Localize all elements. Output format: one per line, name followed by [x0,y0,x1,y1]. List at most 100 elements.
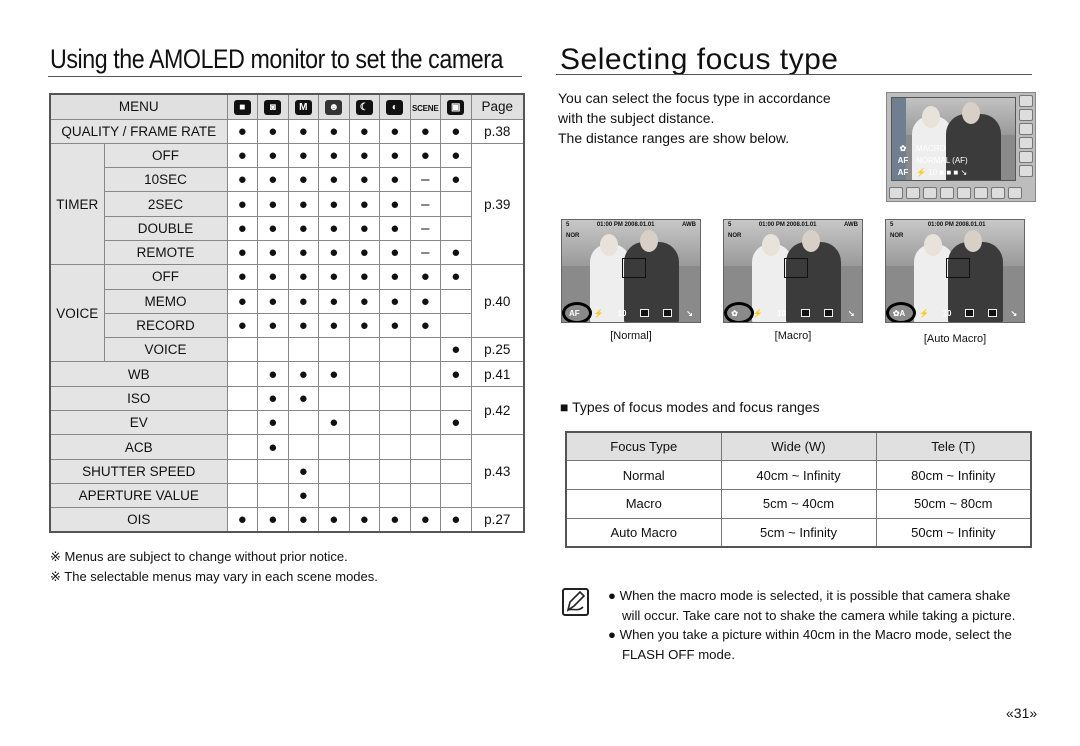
mode-availability-cell: ● [348,142,380,169]
mode-availability-cell: ● [409,507,441,533]
table-row: ACB ● p.43 [49,434,525,509]
table-row: REMOTE ● ● ● ● ● ● – ● [50,239,524,266]
quality-indicator: NOR [566,233,580,239]
mode-availability-cell: ● [226,312,258,339]
mode-header: ◙ [257,93,289,120]
intro-line: You can select the focus type in accorda… [558,90,831,106]
mode-availability-cell: ● [318,507,350,533]
mode-availability-cell: ● [257,239,289,266]
mode-header: ☻ [318,93,350,120]
cell: 5cm ~ Infinity [720,517,877,548]
focus-menu-option[interactable]: AF NORMAL (AF) [898,155,968,167]
mode-availability-cell: ● [318,118,350,144]
table-row: DOUBLE ● ● ● ● ● ● – [50,215,524,241]
table-row: Normal 40cm ~ Infinity 80cm ~ Infinity [565,460,1032,490]
table-header-row: Focus Type Wide (W) Tele (T) [565,431,1032,462]
mode-availability-cell [348,385,380,412]
mode-header: M [287,93,319,120]
cell: 40cm ~ Infinity [720,460,877,490]
bottom-buttons [889,187,1022,199]
mode-availability-cell: – [409,215,441,241]
mode-availability-cell: ● [318,191,350,217]
tip-item: ● When you take a picture within 40cm in… [608,627,1012,662]
mode-availability-cell [226,482,258,509]
cell: 50cm ~ 80cm [875,488,1032,519]
mode-availability-cell: ● [318,312,350,339]
mode-availability-cell: ● [409,264,441,290]
option-label: NORMAL (AF) [916,156,968,165]
section-heading: ■ Types of focus modes and focus ranges [560,399,820,415]
tips-list: ● When the macro mode is selected, it is… [608,586,1028,664]
option-label: MACRO [916,144,946,153]
mode-availability-cell: ● [318,239,350,266]
mode-availability-cell: ● [379,312,411,339]
table-row: TIMER OFF ● ● ● ● ● ● ● ● p.39 [49,142,525,266]
mode-availability-cell: ● [226,191,258,217]
mode-availability-cell [440,288,472,314]
mode-availability-cell [257,458,289,484]
focus-menu-option[interactable]: ✿ MACRO [900,143,968,155]
timer-icon: 10 [777,308,787,318]
mode-availability-cell: ● [318,264,350,290]
mode-availability-cell: ● [287,167,319,193]
focus-range-table: Focus Type Wide (W) Tele (T) Normal 40cm… [565,431,1032,548]
status-bar: 5 01:00 PM 2008.01.01 AWB [566,222,696,228]
mode-availability-cell [409,361,441,387]
mode-availability-cell: – [409,239,441,266]
mode-availability-cell [379,337,411,363]
mode-availability-cell: – [409,167,441,193]
menu-subitem-label: 10SEC [103,167,228,193]
mode-availability-cell: ● [257,434,289,460]
mode-header: ▣ [440,93,472,120]
camera-screen-example: 5 01:00 PM 2008.01.01 AWB NOR ✿ ⚡ 10 ↘ [723,219,863,323]
mode-availability-cell: ● [287,312,319,339]
table-row: 10SEC ● ● ● ● ● ● – ● [50,167,524,193]
table-row: RECORD ● ● ● ● ● ● ● [50,312,524,339]
mode-availability-cell: ● [287,385,319,412]
mode-availability-cell: ● [226,142,258,169]
menu-header: MENU [49,93,228,120]
mode-availability-cell [348,482,380,509]
mode-availability-cell: ● [379,507,411,533]
page-reference: p.39 [470,142,525,266]
macro-icon: ✿ [899,144,907,153]
table-row: SHUTTER SPEED ● [49,458,524,484]
cell: Auto Macro [565,517,722,548]
title-underline [556,74,1032,75]
mode-availability-cell [409,458,441,484]
mode-availability-cell [226,385,258,412]
page-number: «31» [1006,705,1038,721]
mode-availability-cell: ● [226,215,258,241]
drive-icon [824,309,834,317]
ois-icon: ↘ [1010,308,1018,318]
menu-subitem-label: RECORD [103,312,228,339]
mode-availability-cell: ● [257,410,289,436]
mode-availability-cell: ● [287,239,319,266]
page-reference: p.38 [470,118,525,144]
mode-availability-cell: ● [409,312,441,339]
mode-availability-cell: ● [257,264,289,290]
af-icon: AF [897,156,909,165]
mode-availability-cell [257,337,289,363]
mode-availability-cell [287,434,319,460]
highlight-circle [562,302,592,322]
mode-availability-cell: ● [226,507,258,533]
note-pencil-icon [562,588,589,616]
mode-availability-cell: ● [287,215,319,241]
date-time: 01:00 PM 2008.01.01 [927,222,986,228]
mode-availability-cell: ● [440,507,472,533]
metering-icon [965,309,975,317]
menu-item-label: WB [49,361,228,387]
mode-availability-cell [318,482,350,509]
page-reference: p.25 [470,337,525,363]
mode-availability-cell: ● [287,288,319,314]
menu-subitem-label: 2SEC [103,191,228,217]
mode-availability-cell [409,482,441,509]
menu-item-label: APERTURE VALUE [49,482,228,509]
mode-availability-cell: – [409,191,441,217]
af-icon: AF [897,168,909,177]
mode-availability-cell: ● [440,142,472,169]
mode-availability-cell [440,482,472,509]
mode-availability-cell: ● [287,458,319,484]
timer-icon: 10 [617,308,627,318]
